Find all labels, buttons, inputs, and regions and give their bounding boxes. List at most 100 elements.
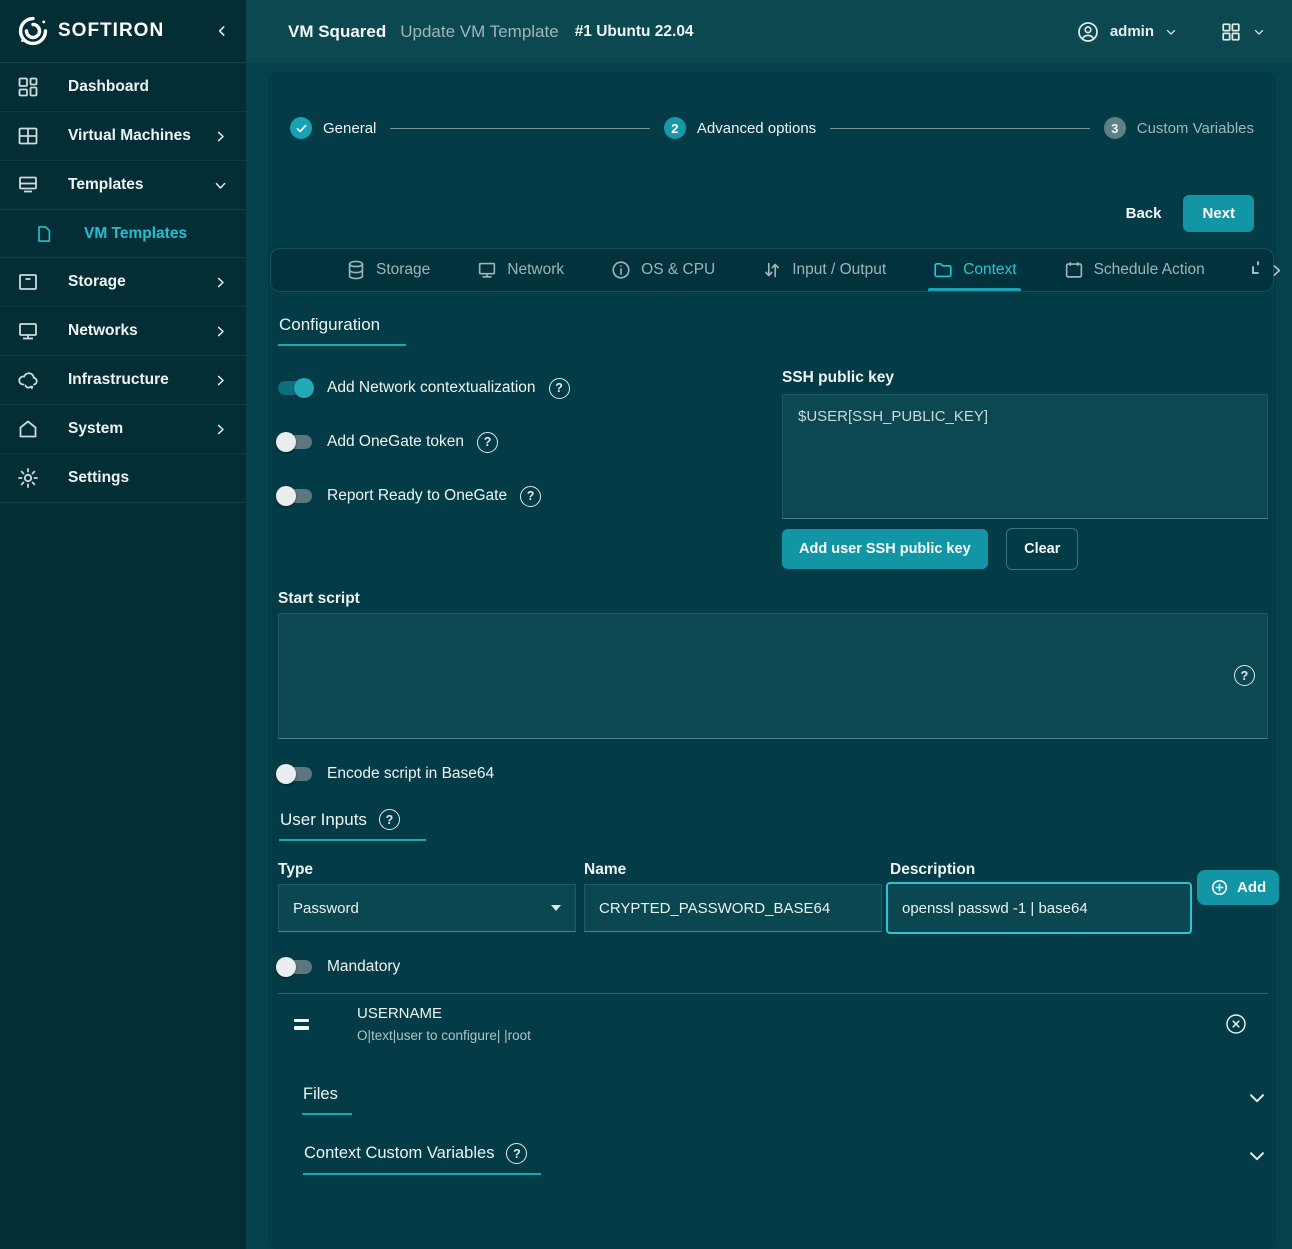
report-ready-toggle[interactable]: [278, 489, 312, 503]
description-label: Description: [890, 861, 975, 879]
sidebar-header: SOFTIRON: [0, 0, 246, 63]
apps-menu-chevron-icon[interactable]: [1252, 25, 1266, 39]
step-3-badge[interactable]: 3: [1104, 117, 1126, 139]
tab-network[interactable]: Network: [472, 249, 568, 291]
sidebar-item-storage[interactable]: Storage: [0, 258, 246, 307]
file-icon: [34, 224, 54, 244]
network-contextualization-toggle[interactable]: [278, 381, 312, 395]
page-title: Update VM Template: [400, 22, 558, 42]
softiron-logo-icon: [16, 14, 50, 48]
tab-storage[interactable]: Storage: [341, 249, 434, 291]
tabs-scroll-right-icon[interactable]: [1268, 262, 1285, 279]
help-icon[interactable]: [1234, 665, 1255, 686]
files-collapse-chevron-icon[interactable]: [1246, 1087, 1268, 1109]
folder-icon: [932, 259, 954, 281]
divider: [278, 993, 1268, 994]
step-connector: [830, 128, 1090, 129]
custom-variables-collapse-chevron-icon[interactable]: [1246, 1145, 1268, 1167]
sidebar: SOFTIRON Dashboard Virtual Machines Temp…: [0, 0, 246, 1249]
add-user-input-button[interactable]: Add: [1197, 870, 1279, 905]
ssh-public-key-textarea[interactable]: $USER[SSH_PUBLIC_KEY]: [782, 394, 1268, 519]
custom-variables-section: Context Custom Variables: [278, 1143, 1268, 1175]
sidebar-item-networks[interactable]: Networks: [0, 307, 246, 356]
sidebar-item-infrastructure[interactable]: Infrastructure: [0, 356, 246, 405]
help-icon[interactable]: [549, 378, 570, 399]
toggle-row-onegate-token: Add OneGate token: [278, 428, 498, 456]
step-3-label: Custom Variables: [1137, 120, 1254, 137]
tab-os-cpu[interactable]: OS & CPU: [606, 249, 719, 291]
step-1-check-icon[interactable]: [290, 117, 312, 139]
toggle-row-encode-base64: Encode script in Base64: [278, 760, 494, 788]
step-connector: [390, 128, 650, 129]
start-script-textarea[interactable]: [278, 613, 1268, 739]
toggle-row-network-contextualization: Add Network contextualization: [278, 374, 570, 402]
user-inputs-heading: User Inputs: [279, 809, 426, 841]
sidebar-item-templates[interactable]: Templates: [0, 161, 246, 210]
sidebar-collapse-icon[interactable]: [214, 23, 230, 39]
chevron-right-icon: [213, 324, 228, 339]
brand-name: SOFTIRON: [58, 20, 214, 42]
step-2-badge[interactable]: 2: [664, 117, 686, 139]
clear-ssh-key-button[interactable]: Clear: [1006, 528, 1078, 570]
dashboard-icon: [16, 75, 40, 99]
monitor-icon: [476, 259, 498, 281]
templates-icon: [16, 173, 40, 197]
resource-title: #1 Ubuntu 22.04: [575, 23, 694, 41]
user-menu[interactable]: admin: [1110, 23, 1154, 40]
start-script-label: Start script: [278, 590, 360, 608]
remove-user-input-icon[interactable]: [1224, 1012, 1248, 1036]
help-icon[interactable]: [379, 809, 400, 830]
infrastructure-icon: [16, 368, 40, 392]
drag-handle-icon[interactable]: [294, 1019, 309, 1030]
apps-grid-icon[interactable]: [1220, 21, 1242, 43]
toggle-row-report-ready: Report Ready to OneGate: [278, 482, 541, 510]
add-ssh-key-button[interactable]: Add user SSH public key: [782, 529, 988, 569]
database-icon: [345, 259, 367, 281]
description-input[interactable]: [886, 882, 1192, 934]
tab-context[interactable]: Context: [928, 249, 1020, 291]
mandatory-toggle[interactable]: [278, 960, 312, 974]
onegate-token-toggle[interactable]: [278, 435, 312, 449]
sidebar-item-system[interactable]: System: [0, 405, 246, 454]
help-icon[interactable]: [477, 432, 498, 453]
advanced-options-tabs: Storage Network OS & CPU Input / Output …: [270, 248, 1274, 292]
app-title: VM Squared: [288, 22, 386, 42]
toggle-row-mandatory: Mandatory: [278, 953, 400, 981]
type-select[interactable]: Password: [278, 884, 576, 932]
sidebar-item-dashboard[interactable]: Dashboard: [0, 63, 246, 112]
next-button[interactable]: Next: [1183, 195, 1254, 232]
back-button[interactable]: Back: [1112, 195, 1176, 232]
user-avatar-icon[interactable]: [1076, 20, 1100, 44]
custom-variables-heading: Context Custom Variables: [303, 1143, 541, 1175]
user-input-row-username: USERNAME O|text|user to configure| |root: [278, 995, 1268, 1053]
files-section: Files: [278, 1085, 1268, 1115]
type-label: Type: [278, 861, 313, 879]
sidebar-item-settings[interactable]: Settings: [0, 454, 246, 503]
virtual-machines-icon: [16, 124, 40, 148]
sidebar-item-vm-templates[interactable]: VM Templates: [0, 210, 246, 258]
help-icon[interactable]: [506, 1143, 527, 1164]
step-2-label: Advanced options: [697, 120, 816, 137]
chevron-right-icon: [213, 373, 228, 388]
gear-icon: [16, 466, 40, 490]
chevron-down-icon: [213, 178, 228, 193]
storage-icon: [16, 270, 40, 294]
system-home-icon: [16, 417, 40, 441]
plus-circle-icon: [1210, 878, 1229, 897]
step-1-label: General: [323, 120, 376, 137]
sidebar-item-virtual-machines[interactable]: Virtual Machines: [0, 112, 246, 161]
chevron-right-icon: [213, 422, 228, 437]
chevron-right-icon: [213, 275, 228, 290]
user-menu-chevron-icon[interactable]: [1164, 25, 1178, 39]
tab-input-output[interactable]: Input / Output: [757, 249, 890, 291]
arrows-updown-icon: [761, 259, 783, 281]
tab-schedule-action[interactable]: Schedule Action: [1059, 249, 1209, 291]
calendar-icon: [1063, 259, 1085, 281]
booting-tab-icon[interactable]: [1247, 258, 1262, 282]
encode-base64-toggle[interactable]: [278, 767, 312, 781]
info-circle-icon: [610, 259, 632, 281]
help-icon[interactable]: [520, 486, 541, 507]
ssh-public-key-label: SSH public key: [782, 369, 894, 387]
name-input[interactable]: [584, 884, 882, 932]
user-input-spec: O|text|user to configure| |root: [357, 1028, 1224, 1043]
